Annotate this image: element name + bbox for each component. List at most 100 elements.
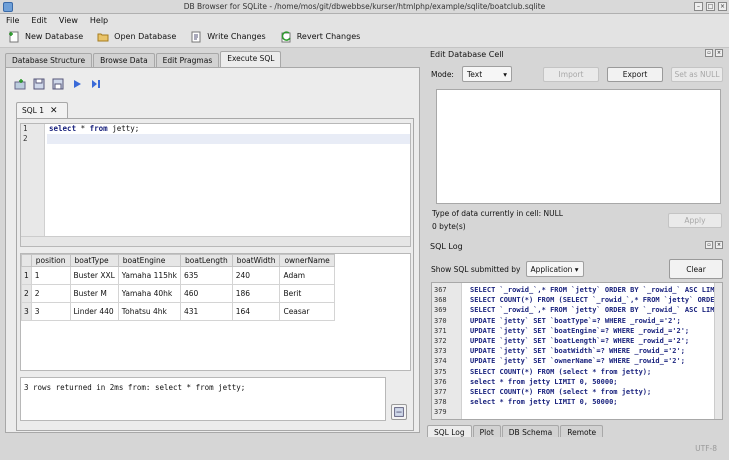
table-cell[interactable]: Linder 440: [69, 302, 119, 321]
table-cell[interactable]: Tohatsu 4hk: [117, 302, 182, 321]
table-cell[interactable]: Buster M: [69, 284, 119, 303]
main-toolbar: New Database Open Database Write Changes…: [0, 26, 729, 48]
editor-line-number: 2: [23, 134, 28, 143]
save-results-icon[interactable]: [391, 404, 407, 420]
float-panel-icon[interactable]: ▫: [705, 49, 713, 57]
column-header[interactable]: position: [30, 254, 71, 267]
table-cell[interactable]: 164: [231, 302, 281, 321]
table-cell[interactable]: 1: [30, 266, 71, 285]
table-cell[interactable]: 431: [180, 302, 233, 321]
tab-database-structure[interactable]: Database Structure: [5, 53, 93, 67]
write-changes-button[interactable]: Write Changes: [190, 31, 266, 43]
editor-code[interactable]: select * from jetty;: [47, 124, 410, 144]
row-header[interactable]: 1: [21, 266, 32, 285]
clear-log-button[interactable]: Clear: [669, 259, 723, 279]
cell-editor[interactable]: [436, 89, 721, 204]
close-icon[interactable]: ×: [718, 2, 727, 11]
export-button[interactable]: Export: [607, 66, 663, 82]
column-header[interactable]: boatType: [69, 254, 119, 267]
new-database-label: New Database: [25, 32, 84, 41]
apply-button[interactable]: Apply: [668, 213, 722, 228]
sql-toolbar: [14, 78, 102, 90]
table-cell[interactable]: Buster XXL: [69, 266, 119, 285]
log-line-text: select * from jetty LIMIT 0, 50000;: [470, 398, 618, 407]
log-vertical-scrollbar[interactable]: [714, 283, 722, 419]
log-line-text: SELECT `_rowid_`,* FROM `jetty` ORDER BY…: [470, 286, 723, 294]
minimize-icon[interactable]: –: [694, 2, 703, 11]
table-cell[interactable]: 2: [30, 284, 71, 303]
sql-editor[interactable]: 12 select * from jetty;: [20, 123, 411, 247]
maximize-icon[interactable]: □: [706, 2, 715, 11]
log-line-number: 367: [434, 286, 447, 294]
log-line-text: UPDATE `jetty` SET `boatEngine`=? WHERE …: [470, 326, 690, 335]
table-cell[interactable]: Ceasar: [279, 302, 335, 321]
editor-line[interactable]: [47, 134, 410, 144]
sql-source-select[interactable]: Application ▾: [525, 261, 584, 277]
editor-horizontal-scrollbar[interactable]: [21, 236, 410, 246]
menu-view[interactable]: View: [59, 16, 78, 25]
open-tab-icon[interactable]: [14, 78, 26, 90]
editor-line-number: 1: [23, 124, 28, 133]
mode-select[interactable]: Text ▾: [461, 66, 512, 82]
editor-line[interactable]: select * from jetty;: [47, 124, 410, 134]
execute-sql-panel: SQL 1 ✕ 12 select * from jetty; position…: [5, 67, 420, 433]
float-panel-icon[interactable]: ▫: [705, 241, 713, 249]
save-sql-file-icon[interactable]: [52, 78, 64, 90]
sql-log-title: SQL Log: [430, 241, 463, 251]
revert-changes-button[interactable]: Revert Changes: [280, 30, 361, 43]
table-cell[interactable]: Adam: [279, 266, 335, 285]
log-line-number: 377: [434, 387, 447, 396]
column-header[interactable]: boatLength: [180, 254, 233, 267]
log-line: 371 UPDATE `jetty` SET `boatEngine`=? WHE…: [432, 326, 722, 336]
new-database-button[interactable]: New Database: [8, 31, 83, 43]
row-header[interactable]: 2: [21, 284, 32, 303]
table-cell[interactable]: 3: [30, 302, 71, 321]
table-row[interactable]: 2 2 Buster M Yamaha 40hk 460 186 Berit: [21, 284, 335, 303]
table-corner[interactable]: [21, 254, 32, 267]
table-cell[interactable]: 635: [180, 266, 233, 285]
sql-tab-1[interactable]: SQL 1 ✕: [16, 102, 68, 118]
execute-all-icon[interactable]: [71, 78, 83, 90]
tab-edit-pragmas[interactable]: Edit Pragmas: [155, 53, 220, 67]
log-line-text: UPDATE `jetty` SET `boatLength`=? WHERE …: [470, 336, 690, 345]
execute-line-icon[interactable]: [90, 78, 102, 90]
table-row[interactable]: 3 3 Linder 440 Tohatsu 4hk 431 164 Ceasar: [21, 302, 335, 321]
close-tab-icon[interactable]: ✕: [50, 106, 58, 116]
table-cell[interactable]: Yamaha 40hk: [117, 284, 182, 303]
cell-type-text: Type of data currently in cell: NULL: [432, 209, 563, 218]
open-sql-file-icon[interactable]: [33, 78, 45, 90]
menu-edit[interactable]: Edit: [31, 16, 47, 25]
tab-browse-data[interactable]: Browse Data: [93, 53, 155, 67]
table-row[interactable]: 1 1 Buster XXL Yamaha 115hk 635 240 Adam: [21, 266, 335, 285]
edit-cell-title: Edit Database Cell: [430, 49, 504, 59]
open-database-icon: [97, 33, 109, 41]
open-database-button[interactable]: Open Database: [97, 31, 176, 43]
close-panel-icon[interactable]: ×: [715, 49, 723, 57]
sql-log-view[interactable]: 367 SELECT `_rowid_`,* FROM `jetty` ORDER…: [431, 282, 723, 420]
menu-help[interactable]: Help: [90, 16, 108, 25]
menu-file[interactable]: File: [6, 16, 19, 25]
import-button[interactable]: Import: [543, 66, 599, 82]
log-line-text: UPDATE `jetty` SET `boatType`=? WHERE _r…: [470, 316, 681, 325]
write-changes-icon: [191, 31, 201, 42]
log-line-text: SELECT `_rowid_`,* FROM `jetty` ORDER BY…: [470, 306, 723, 315]
table-cell[interactable]: 240: [231, 266, 281, 285]
column-header[interactable]: ownerName: [279, 254, 335, 267]
tab-execute-sql[interactable]: Execute SQL: [220, 51, 282, 67]
column-header[interactable]: boatEngine: [117, 254, 182, 267]
revert-changes-icon: [281, 30, 291, 42]
table-cell[interactable]: Yamaha 115hk: [117, 266, 182, 285]
results-table: position boatType boatEngine boatLength boat…: [21, 254, 335, 321]
close-panel-icon[interactable]: ×: [715, 241, 723, 249]
set-null-button[interactable]: Set as NULL: [671, 66, 723, 82]
table-cell[interactable]: 460: [180, 284, 233, 303]
table-cell[interactable]: 186: [231, 284, 281, 303]
log-lines: 367 SELECT `_rowid_`,* FROM `jetty` ORDER…: [432, 285, 722, 417]
column-header[interactable]: boatWidth: [231, 254, 281, 267]
table-cell[interactable]: Berit: [279, 284, 335, 303]
revert-changes-label: Revert Changes: [296, 32, 361, 41]
chevron-down-icon: ▾: [503, 69, 507, 79]
row-header[interactable]: 3: [21, 302, 32, 321]
results-grid[interactable]: position boatType boatEngine boatLength boat…: [20, 253, 411, 371]
sql-text: jetty;: [107, 124, 140, 133]
